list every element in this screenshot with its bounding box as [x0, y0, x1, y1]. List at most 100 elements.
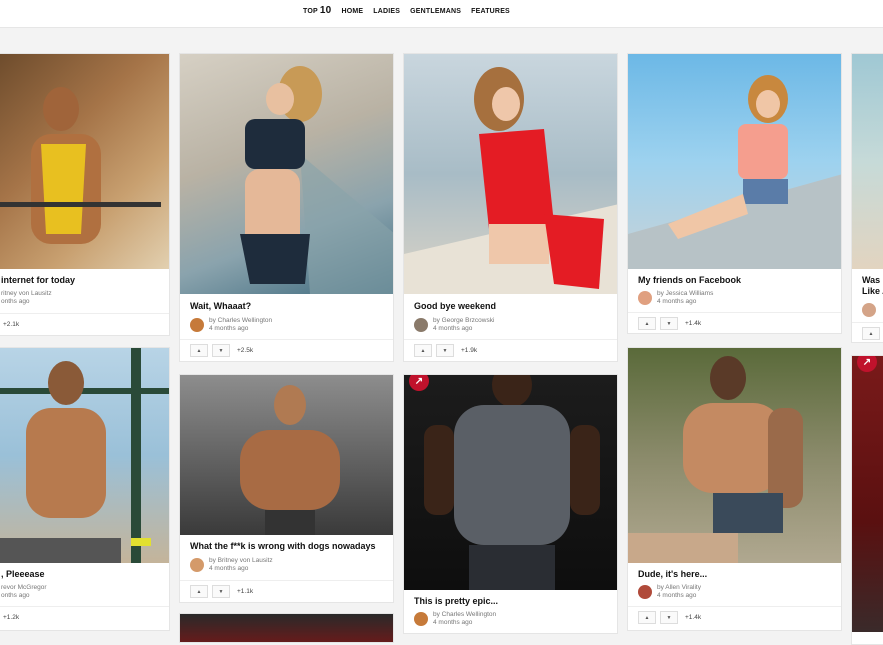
- post-image[interactable]: [628, 348, 841, 563]
- post-image[interactable]: [852, 54, 883, 269]
- vote-bar: ▲ ▼ +2.5k: [180, 339, 393, 361]
- post-card[interactable]: Dude, it's here... by Allen Virality 4 mo…: [627, 347, 842, 631]
- nav-gentlemans[interactable]: GENTLEMANS: [410, 8, 461, 15]
- author-avatar[interactable]: [638, 585, 652, 599]
- post-title[interactable]: What the f**k is wrong with dogs nowaday…: [190, 541, 376, 551]
- post-title[interactable]: Dude, it's here...: [638, 569, 707, 579]
- post-title[interactable]: WasLike A: [862, 275, 883, 297]
- post-card[interactable]: ↗ This is pretty epic... by Charles Well…: [403, 374, 618, 634]
- post-illustration: [0, 87, 161, 244]
- down-arrow-icon[interactable]: ▼: [212, 344, 230, 357]
- post-illustration: [628, 356, 803, 563]
- vote-bar: ▲ ▼ +1.4k: [628, 606, 841, 628]
- vote-score: +2.1k: [3, 321, 20, 328]
- vote-bar: +1.2k: [0, 606, 169, 628]
- author-avatar[interactable]: [190, 558, 204, 572]
- up-arrow-icon[interactable]: ▲: [638, 611, 656, 624]
- post-time: 4 months ago: [433, 619, 473, 626]
- post-image[interactable]: [404, 375, 617, 590]
- up-arrow-icon[interactable]: ▲: [638, 317, 656, 330]
- author-name[interactable]: by Jessica Williams: [657, 290, 713, 298]
- post-meta: by Allen Virality 4 months ago: [638, 584, 701, 600]
- post-title[interactable]: This is pretty epic...: [414, 596, 498, 606]
- author-name[interactable]: by George Brzcowski: [433, 317, 494, 325]
- down-arrow-icon[interactable]: ▼: [660, 611, 678, 624]
- post-meta: by Jessica Williams 4 months ago: [638, 290, 713, 306]
- post-card[interactable]: , Pleeease revor McGregor onths ago +1.2k: [0, 347, 170, 631]
- nav-links: TOP 10 HOME LADIES GENTLEMANS FEATURES: [303, 5, 510, 16]
- post-illustration: [240, 385, 340, 535]
- author-name[interactable]: by Charles Wellington: [433, 611, 496, 619]
- post-time: 4 months ago: [209, 325, 249, 332]
- author-avatar[interactable]: [862, 303, 876, 317]
- post-card[interactable]: [179, 613, 394, 643]
- post-image[interactable]: [852, 356, 883, 632]
- post-image[interactable]: [180, 375, 393, 535]
- post-card[interactable]: Good bye weekend by George Brzcowski 4 mo…: [403, 53, 618, 362]
- up-arrow-icon[interactable]: ▲: [190, 344, 208, 357]
- nav-features[interactable]: FEATURES: [471, 8, 510, 15]
- post-card[interactable]: My friends on Facebook by Jessica Willia…: [627, 53, 842, 334]
- post-card[interactable]: WasLike A ▲: [851, 53, 883, 343]
- author-name[interactable]: ritney von Lausitz: [1, 290, 52, 298]
- author-name[interactable]: by Allen Virality: [657, 584, 701, 592]
- nav-top10[interactable]: TOP 10: [303, 5, 331, 16]
- post-illustration: [424, 375, 600, 590]
- nav-ladies[interactable]: LADIES: [373, 8, 400, 15]
- up-arrow-icon[interactable]: ▲: [862, 327, 880, 340]
- post-meta: by Charles Wellington 4 months ago: [414, 611, 496, 627]
- post-time: 4 months ago: [657, 592, 697, 599]
- vote-score: +1.4k: [685, 320, 702, 327]
- author-avatar[interactable]: [190, 318, 204, 332]
- author-avatar[interactable]: [638, 291, 652, 305]
- post-image[interactable]: [0, 348, 169, 563]
- post-title[interactable]: , Pleeease: [1, 569, 45, 579]
- post-card[interactable]: What the f**k is wrong with dogs nowaday…: [179, 374, 394, 603]
- top10-number: 10: [319, 5, 332, 16]
- post-illustration: [628, 75, 841, 269]
- vote-score: +1.4k: [685, 614, 702, 621]
- vote-bar: +2.1k: [0, 313, 169, 335]
- post-image[interactable]: [0, 54, 169, 269]
- down-arrow-icon[interactable]: ▼: [212, 585, 230, 598]
- vote-score: +1.1k: [237, 588, 254, 595]
- vote-score: +1.2k: [3, 614, 20, 621]
- up-arrow-icon[interactable]: ▲: [414, 344, 432, 357]
- vote-bar: ▲ ▼ +1.9k: [404, 339, 617, 361]
- vote-bar: ▲ ▼ +1.1k: [180, 580, 393, 602]
- post-image[interactable]: [628, 54, 841, 269]
- author-avatar[interactable]: [414, 612, 428, 626]
- author-name[interactable]: by Charles Wellington: [209, 317, 272, 325]
- author-info: revor McGregor onths ago: [1, 584, 47, 600]
- post-image[interactable]: [180, 614, 393, 642]
- author-avatar[interactable]: [414, 318, 428, 332]
- post-illustration: [0, 348, 169, 563]
- author-name[interactable]: by Britney von Lausitz: [209, 557, 273, 565]
- post-illustration: [404, 67, 617, 294]
- post-title[interactable]: internet for today: [1, 275, 75, 285]
- post-card[interactable]: ↗: [851, 355, 883, 645]
- down-arrow-icon[interactable]: ▼: [660, 317, 678, 330]
- nav-home[interactable]: HOME: [341, 8, 363, 15]
- top-navigation: TOP 10 HOME LADIES GENTLEMANS FEATURES: [0, 0, 883, 28]
- post-title[interactable]: Good bye weekend: [414, 301, 496, 311]
- post-image[interactable]: [180, 54, 393, 294]
- post-time: onths ago: [1, 592, 30, 599]
- post-title[interactable]: Wait, Whaaat?: [190, 301, 251, 311]
- up-arrow-icon[interactable]: ▲: [190, 585, 208, 598]
- author-info: by Jessica Williams 4 months ago: [657, 290, 713, 306]
- post-card[interactable]: internet for today ritney von Lausitz ont…: [0, 53, 170, 336]
- vote-bar: ▲: [852, 322, 883, 342]
- post-card[interactable]: Wait, Whaaat? by Charles Wellington 4 mon…: [179, 53, 394, 362]
- post-meta: by George Brzcowski 4 months ago: [414, 317, 494, 333]
- post-time: 4 months ago: [433, 325, 473, 332]
- author-name[interactable]: revor McGregor: [1, 584, 47, 592]
- post-title[interactable]: My friends on Facebook: [638, 275, 741, 285]
- post-image[interactable]: [404, 54, 617, 294]
- down-arrow-icon[interactable]: ▼: [436, 344, 454, 357]
- vote-score: +2.5k: [237, 347, 254, 354]
- post-illustration: [240, 66, 393, 294]
- author-info: by Britney von Lausitz 4 months ago: [209, 557, 273, 573]
- vote-score: +1.9k: [461, 347, 478, 354]
- post-meta: [862, 303, 876, 317]
